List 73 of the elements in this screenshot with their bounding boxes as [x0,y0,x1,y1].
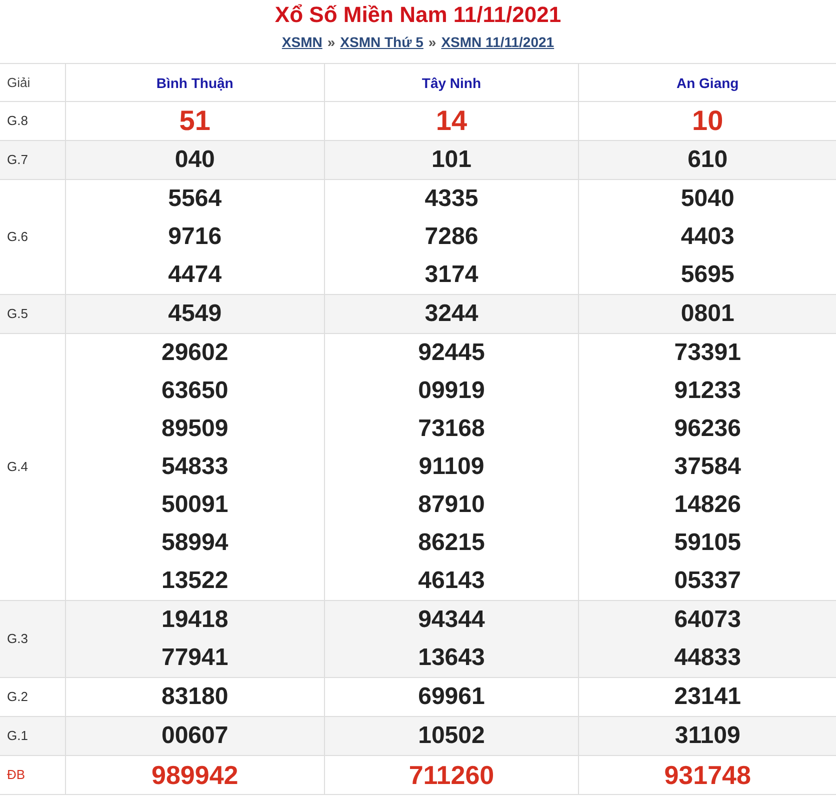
lottery-number: 23141 [674,682,741,712]
prize-label: G.8 [6,113,28,128]
lottery-number: 37584 [674,452,741,482]
lottery-number: 87910 [418,490,485,520]
lottery-number: 59105 [674,528,741,558]
lottery-number: 14826 [674,490,741,520]
breadcrumb-separator: » [327,34,336,50]
breadcrumb-link[interactable]: XSMN Thứ 5 [340,34,424,50]
breadcrumb-link[interactable]: XSMN [282,34,322,50]
prize-label: ĐB [6,767,26,782]
lottery-number: 31109 [674,721,740,751]
lottery-number: 05337 [674,566,741,596]
lottery-number: 4474 [168,260,222,290]
lottery-number: 64073 [674,605,741,635]
lottery-number: 50091 [161,490,228,520]
lottery-number: 3244 [424,299,478,329]
lottery-number: 73391 [674,338,741,368]
lottery-number: 96236 [674,414,741,444]
lottery-number: 931748 [664,759,751,792]
prize-label: G.1 [6,728,28,743]
lottery-number: 51 [179,104,210,138]
lottery-number: 13522 [161,566,228,596]
lottery-number: 989942 [151,759,238,792]
prize-label: G.2 [6,689,28,704]
lottery-number: 711260 [408,759,494,792]
lottery-number: 69961 [418,682,485,712]
lottery-number: 13643 [418,643,485,673]
lottery-number: 46143 [418,566,485,596]
lottery-number: 4549 [168,299,222,329]
lottery-number: 10 [692,104,724,138]
prize-label: G.4 [6,459,28,474]
breadcrumb-link[interactable]: XSMN 11/11/2021 [441,34,554,50]
lottery-number: 54833 [161,452,228,482]
province-header: Bình Thuận [156,74,234,90]
lottery-number: 10502 [418,721,485,751]
lottery-number: 91109 [418,452,484,482]
lottery-number: 91233 [674,376,741,406]
breadcrumb-separator: » [428,34,436,50]
lottery-number: 83180 [161,682,228,712]
lottery-number: 5564 [168,184,222,214]
lottery-number: 44833 [674,643,741,673]
lottery-number: 14 [436,104,468,138]
lottery-number: 63650 [161,376,228,406]
prize-label: G.7 [6,152,28,167]
lottery-number: 5695 [680,260,734,290]
prize-label: G.5 [6,306,28,321]
lottery-number: 77941 [161,643,228,673]
lottery-number: 73168 [418,414,485,444]
lottery-number: 00607 [161,721,228,751]
lottery-number: 101 [431,145,472,175]
lottery-number: 5040 [680,184,734,214]
lottery-number: 3174 [424,260,478,290]
lottery-number: 86215 [418,528,485,558]
lottery-number: 94344 [418,605,485,635]
lottery-number: 4335 [424,184,478,214]
lottery-number: 58994 [161,528,228,558]
lottery-number: 0801 [680,299,734,329]
lottery-number: 92445 [418,338,485,368]
lottery-number: 19418 [161,605,228,635]
lottery-number: 7286 [424,222,478,252]
lottery-number: 9716 [168,222,222,252]
page-title: Xổ Số Miền Nam 11/11/2021 [274,2,562,28]
prize-column-header: Giải [6,75,30,90]
lottery-number: 09919 [418,376,485,406]
lottery-number: 89509 [161,414,228,444]
lottery-number: 29602 [161,338,228,368]
prize-label: G.3 [6,631,28,646]
lottery-number: 040 [174,145,215,175]
province-header: An Giang [676,74,739,90]
lottery-number: 4403 [680,222,734,252]
province-header: Tây Ninh [422,74,482,90]
lottery-number: 610 [688,145,728,175]
prize-label: G.6 [6,229,28,244]
